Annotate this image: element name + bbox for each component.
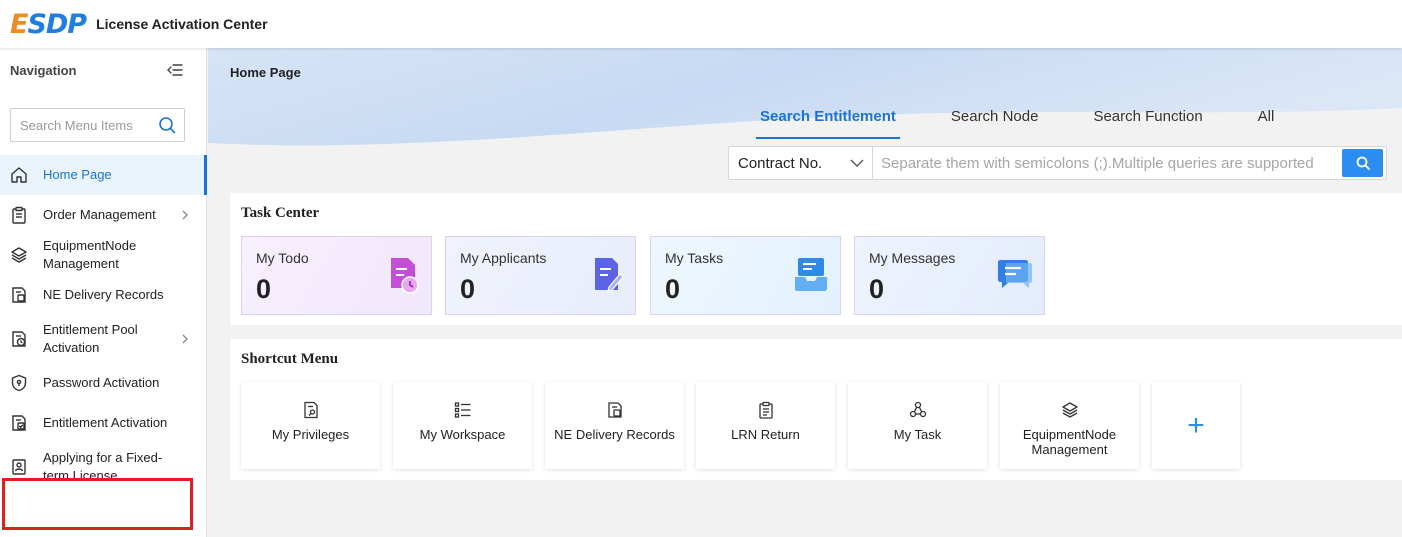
query-bar: Contract No. xyxy=(728,146,1387,180)
shortcut-equipmentnode-management[interactable]: EquipmentNode Management xyxy=(1000,382,1139,469)
tab-all[interactable]: All xyxy=(1254,107,1279,139)
edit-document-icon xyxy=(595,258,624,292)
task-card-my-tasks[interactable]: My Tasks 0 xyxy=(650,236,841,315)
nav-list: Home Page Order Management EquipmentNode… xyxy=(0,155,207,491)
collapse-menu-icon[interactable] xyxy=(166,61,184,79)
chevron-right-icon xyxy=(182,334,188,344)
list-check-icon xyxy=(454,402,470,418)
sidebar-item-entitlement-activation[interactable]: Entitlement Activation xyxy=(0,403,206,443)
sidebar-item-label: EquipmentNode Management xyxy=(43,238,137,271)
shortcut-ne-delivery-records[interactable]: NE Delivery Records xyxy=(545,382,684,469)
breadcrumb: Home Page xyxy=(230,65,301,80)
document-key-icon xyxy=(303,401,318,419)
nodes-icon xyxy=(909,401,926,418)
shortcut-label: NE Delivery Records xyxy=(554,427,675,442)
task-card-count: 0 xyxy=(460,274,476,304)
menu-search-input[interactable] xyxy=(20,117,158,133)
shortcut-label: My Workspace xyxy=(419,427,506,442)
sidebar-item-entitlement-pool-activation[interactable]: Entitlement Pool Activation xyxy=(0,315,206,363)
task-card-label: My Tasks xyxy=(665,250,724,266)
task-card-count: 0 xyxy=(256,274,272,304)
shortcut-my-privileges[interactable]: My Privileges xyxy=(241,382,380,469)
document-icon xyxy=(12,287,26,303)
sidebar-item-password-activation[interactable]: Password Activation xyxy=(0,363,206,403)
sidebar: Navigation Home Page Order Management Eq… xyxy=(0,48,207,537)
search-tabs: Search Entitlement Search Node Search Fu… xyxy=(756,107,1325,139)
shortcut-my-task[interactable]: My Task xyxy=(848,382,987,469)
sidebar-item-label: NE Delivery Records xyxy=(43,287,164,302)
todo-clock-icon xyxy=(391,258,419,294)
query-type-value: Contract No. xyxy=(738,154,823,172)
inbox-tray-icon xyxy=(795,258,827,291)
chevron-down-icon xyxy=(850,159,864,167)
shortcut-label: EquipmentNode Management xyxy=(1022,427,1117,457)
shortcut-menu-panel: Shortcut Menu My Privileges My Workspace… xyxy=(230,339,1402,480)
task-card-my-applicants[interactable]: My Applicants 0 xyxy=(445,236,636,315)
shortcut-label: LRN Return xyxy=(731,427,800,442)
query-input[interactable] xyxy=(873,147,1342,179)
task-card-my-todo[interactable]: My Todo 0 xyxy=(241,236,432,315)
task-center-title: Task Center xyxy=(241,205,320,221)
task-card-my-messages[interactable]: My Messages 0 xyxy=(854,236,1045,315)
document-check-icon xyxy=(12,415,26,431)
sidebar-item-label: Entitlement Activation xyxy=(43,415,168,430)
search-button[interactable] xyxy=(1342,149,1383,177)
shield-icon xyxy=(11,374,27,392)
sidebar-item-fixed-term-license[interactable]: Applying for a Fixed-term License xyxy=(0,443,206,491)
sidebar-item-label: Applying for a Fixed-term License xyxy=(43,450,163,483)
tab-search-function[interactable]: Search Function xyxy=(1089,107,1206,139)
sidebar-item-ne-delivery-records[interactable]: NE Delivery Records xyxy=(0,275,206,315)
shortcut-label: My Task xyxy=(893,427,942,442)
sidebar-item-equipmentnode-management[interactable]: EquipmentNode Management xyxy=(0,235,206,275)
query-type-select[interactable]: Contract No. xyxy=(729,147,873,179)
document-clock-icon xyxy=(12,331,26,347)
sidebar-item-label: Entitlement Pool Activation xyxy=(43,322,138,355)
task-card-label: My Messages xyxy=(869,250,956,266)
sidebar-item-label: Order Management xyxy=(43,207,156,222)
task-card-count: 0 xyxy=(869,274,885,304)
tab-search-entitlement[interactable]: Search Entitlement xyxy=(756,107,900,139)
id-card-icon xyxy=(12,459,26,475)
chevron-right-icon xyxy=(182,210,188,220)
add-shortcut-button[interactable]: + xyxy=(1152,382,1240,469)
main-content: Home Page Search Entitlement Search Node… xyxy=(208,48,1402,537)
shortcut-label: My Privileges xyxy=(271,427,350,442)
task-center-panel: Task Center My Todo 0 My Applicants 0 My… xyxy=(230,193,1402,325)
shortcut-lrn-return[interactable]: LRN Return xyxy=(696,382,835,469)
document-icon xyxy=(607,402,622,418)
shortcut-my-workspace[interactable]: My Workspace xyxy=(393,382,532,469)
clipboard-icon xyxy=(758,401,773,419)
tab-search-node[interactable]: Search Node xyxy=(947,107,1043,139)
chat-bubble-icon xyxy=(998,260,1032,288)
sidebar-item-label: Home Page xyxy=(43,167,112,182)
menu-search-box xyxy=(10,108,185,142)
search-icon[interactable] xyxy=(158,116,176,134)
nav-header: Navigation xyxy=(0,48,206,92)
layers-icon xyxy=(11,247,27,263)
task-card-count: 0 xyxy=(665,274,681,304)
logo-text: SDP xyxy=(27,8,87,40)
home-icon xyxy=(11,167,27,183)
plus-icon: + xyxy=(1187,408,1205,442)
sidebar-item-home-page[interactable]: Home Page xyxy=(0,155,207,195)
nav-title: Navigation xyxy=(10,62,77,78)
app-title: License Activation Center xyxy=(96,16,268,32)
task-card-label: My Applicants xyxy=(460,250,547,266)
sidebar-item-order-management[interactable]: Order Management xyxy=(0,195,206,235)
task-card-label: My Todo xyxy=(256,250,309,266)
layers-icon xyxy=(1061,402,1078,418)
shortcut-menu-title: Shortcut Menu xyxy=(241,351,339,367)
clipboard-icon xyxy=(12,206,26,224)
esdp-logo[interactable]: ESDP xyxy=(10,8,87,40)
top-bar: ESDP License Activation Center xyxy=(0,0,1402,48)
search-icon xyxy=(1356,156,1370,170)
sidebar-item-label: Password Activation xyxy=(43,375,160,390)
